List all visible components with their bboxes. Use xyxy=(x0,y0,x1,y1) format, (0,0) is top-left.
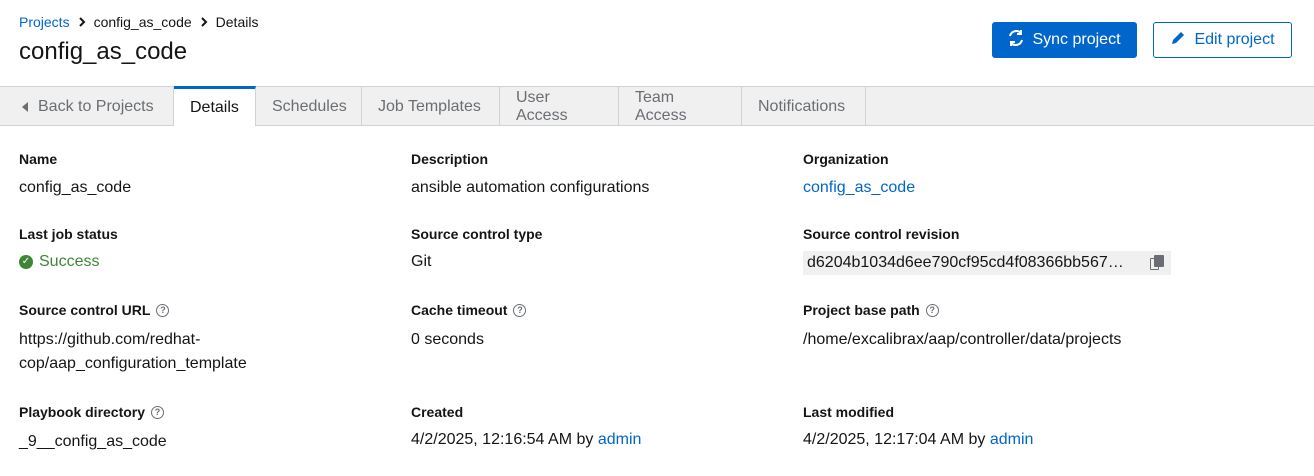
scm-url-value: https://github.com/redhat- cop/aap_confi… xyxy=(19,328,247,376)
check-circle-icon: ✓ xyxy=(19,255,33,269)
tab-user-access[interactable]: User Access xyxy=(500,87,619,126)
tab-job-templates[interactable]: Job Templates xyxy=(362,87,500,126)
scm-revision-label: Source control revision xyxy=(803,226,960,242)
tab-schedules[interactable]: Schedules xyxy=(256,87,362,126)
created-timestamp: 4/2/2025, 12:16:54 AM by xyxy=(411,431,598,448)
scm-url-line2: cop/aap_configuration_template xyxy=(19,355,247,372)
sync-project-label: Sync project xyxy=(1032,31,1121,48)
tab-team-access[interactable]: Team Access xyxy=(619,87,742,126)
breadcrumb: Projects config_as_code Details xyxy=(19,14,258,30)
tab-bar: Back to Projects Details Schedules Job T… xyxy=(0,86,1314,126)
created-label: Created xyxy=(411,404,464,420)
chevron-right-icon xyxy=(70,17,94,27)
playbook-dir-label: Playbook directory ? xyxy=(19,404,165,420)
playbook-dir-label-text: Playbook directory xyxy=(19,404,146,420)
copy-icon[interactable] xyxy=(1149,255,1165,271)
page-header: Projects config_as_code Details config_a… xyxy=(0,0,1314,86)
breadcrumb-project: config_as_code xyxy=(93,14,192,30)
scm-type-value: Git xyxy=(411,253,432,270)
breadcrumb-projects-link[interactable]: Projects xyxy=(19,14,70,30)
base-path-value: /home/excalibrax/aap/controller/data/pro… xyxy=(803,331,1122,348)
modified-value: 4/2/2025, 12:17:04 AM by admin xyxy=(803,428,1033,452)
breadcrumb-current: Details xyxy=(215,14,259,30)
scm-url-line1: https://github.com/redhat- xyxy=(19,331,201,348)
cache-timeout-label: Cache timeout ? xyxy=(411,302,527,318)
cache-timeout-value: 0 seconds xyxy=(411,331,484,348)
cache-timeout-label-text: Cache timeout xyxy=(411,302,508,318)
help-icon[interactable]: ? xyxy=(151,405,165,419)
created-by-user-link[interactable]: admin xyxy=(598,431,642,448)
tab-label: User Access xyxy=(516,88,568,124)
organization-link[interactable]: config_as_code xyxy=(803,176,915,200)
scm-type-label: Source control type xyxy=(411,226,543,242)
tab-label: Details xyxy=(190,98,239,116)
organization-label: Organization xyxy=(803,151,889,167)
last-job-status-value[interactable]: ✓ Success xyxy=(19,250,99,274)
status-text: Success xyxy=(39,253,100,270)
name-label: Name xyxy=(19,151,58,167)
tab-label: Job Templates xyxy=(378,97,481,115)
playbook-dir-value: _9__config_as_code xyxy=(19,433,167,450)
edit-project-button[interactable]: Edit project xyxy=(1153,22,1292,58)
base-path-label-text: Project base path xyxy=(803,302,920,318)
tab-notifications[interactable]: Notifications xyxy=(742,87,866,126)
tab-back-to-projects[interactable]: Back to Projects xyxy=(0,87,174,126)
tab-label: Back to Projects xyxy=(38,97,154,115)
modified-label: Last modified xyxy=(803,404,895,420)
description-label: Description xyxy=(411,151,489,167)
help-icon[interactable]: ? xyxy=(156,303,170,317)
tab-label: Schedules xyxy=(272,97,347,115)
scm-url-label: Source control URL ? xyxy=(19,302,170,318)
chevron-right-icon xyxy=(192,17,216,27)
scm-url-label-text: Source control URL xyxy=(19,302,151,318)
caret-left-icon xyxy=(22,101,28,112)
edit-project-label: Edit project xyxy=(1194,31,1275,48)
pencil-icon xyxy=(1170,30,1186,51)
tab-details[interactable]: Details xyxy=(174,86,256,126)
sync-project-button[interactable]: Sync project xyxy=(992,22,1137,58)
scm-revision-value: d6204b1034d6ee790cf95cd4f08366bb567… xyxy=(807,254,1124,271)
tab-label: Notifications xyxy=(758,97,846,115)
name-value: config_as_code xyxy=(19,179,132,196)
page-title: config_as_code xyxy=(19,38,188,65)
modified-timestamp: 4/2/2025, 12:17:04 AM by xyxy=(803,431,990,448)
help-icon[interactable]: ? xyxy=(925,303,939,317)
modified-by-user-link[interactable]: admin xyxy=(990,431,1034,448)
description-value: ansible automation configurations xyxy=(411,179,650,196)
last-job-status-label: Last job status xyxy=(19,226,118,242)
tab-label: Team Access xyxy=(635,88,687,124)
sync-icon xyxy=(1008,29,1024,51)
created-value: 4/2/2025, 12:16:54 AM by admin xyxy=(411,428,641,452)
base-path-label: Project base path ? xyxy=(803,302,939,318)
scm-revision-field: d6204b1034d6ee790cf95cd4f08366bb567… xyxy=(803,251,1171,275)
help-icon[interactable]: ? xyxy=(513,303,527,317)
